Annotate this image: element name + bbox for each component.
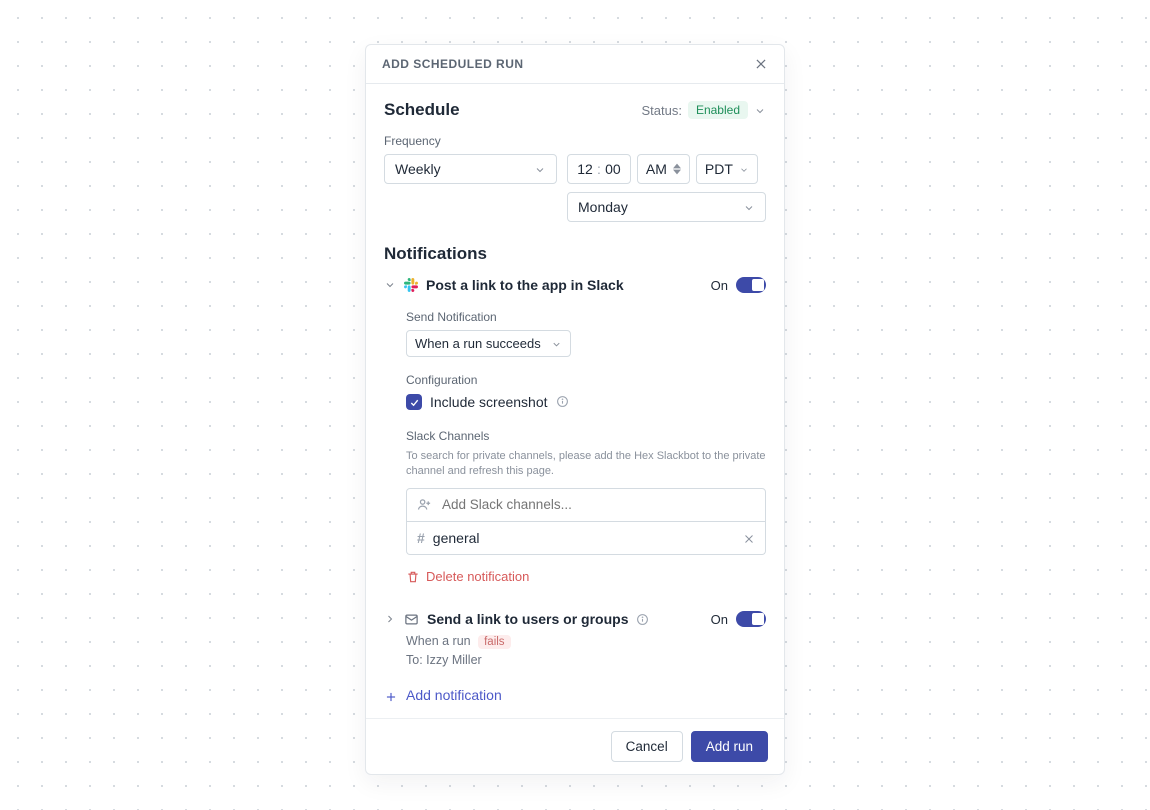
frequency-time-row: Weekly 12 : 00 AM: [384, 154, 766, 222]
include-screenshot-label: Include screenshot: [430, 394, 548, 410]
slack-toggle[interactable]: [736, 277, 766, 293]
info-icon[interactable]: [636, 610, 649, 628]
email-notification: Send a link to users or groups On When a…: [384, 598, 766, 673]
timezone-value: PDT: [705, 161, 733, 177]
plus-icon: [384, 687, 398, 703]
slack-notif-header: Post a link to the app in Slack On: [384, 276, 766, 294]
delete-notification-label: Delete notification: [426, 569, 529, 584]
send-notification-label: Send Notification: [406, 310, 766, 324]
remove-channel-icon[interactable]: [743, 530, 755, 546]
up-down-icon: [673, 163, 681, 175]
ampm-value: AM: [646, 161, 667, 177]
scheduled-run-dialog: ADD SCHEDULED RUN Schedule Status: Enabl…: [365, 44, 785, 775]
slack-channels-hint: To search for private channels, please a…: [406, 449, 766, 480]
time-col: 12 : 00 AM PDT: [567, 154, 766, 222]
ampm-select[interactable]: AM: [637, 154, 690, 184]
slack-notification: Post a link to the app in Slack On Send …: [384, 264, 766, 590]
time-hour: 12: [576, 161, 594, 177]
configuration-label: Configuration: [406, 373, 766, 387]
slack-icon: [404, 276, 418, 294]
chevron-down-icon: [551, 336, 562, 351]
toggle-on-label: On: [711, 278, 728, 293]
chevron-down-icon: [534, 161, 546, 177]
slack-channels-label: Slack Channels: [406, 429, 766, 443]
status-label: Status:: [641, 103, 681, 118]
email-notif-header: Send a link to users or groups On: [384, 610, 766, 628]
email-toggle[interactable]: [736, 611, 766, 627]
slack-notif-body: Send Notification When a run succeeds Co…: [384, 294, 766, 584]
send-condition-value: When a run succeeds: [415, 336, 541, 351]
cancel-button[interactable]: Cancel: [611, 731, 683, 762]
frequency-select[interactable]: Weekly: [384, 154, 557, 184]
status-chip: Enabled: [688, 101, 748, 119]
slack-channel-chip: # general: [406, 522, 766, 555]
channel-name: general: [433, 530, 480, 546]
collapse-toggle[interactable]: [384, 279, 396, 291]
email-notif-meta: When a run fails To: Izzy Miller: [384, 634, 766, 667]
add-notification-button[interactable]: Add notification: [384, 687, 766, 703]
slack-notif-title: Post a link to the app in Slack: [426, 277, 624, 293]
status-wrap: Status: Enabled: [641, 101, 766, 119]
expand-toggle[interactable]: [384, 613, 396, 625]
toggle-on-label: On: [711, 612, 728, 627]
slack-channels-input[interactable]: [440, 496, 755, 513]
timezone-select[interactable]: PDT: [696, 154, 758, 184]
chevron-down-icon: [739, 161, 749, 177]
dialog-header: ADD SCHEDULED RUN: [366, 45, 784, 84]
close-icon[interactable]: [754, 55, 768, 73]
notifications-heading: Notifications: [384, 244, 766, 264]
trash-icon: [406, 569, 420, 585]
day-value: Monday: [578, 199, 628, 215]
add-run-button[interactable]: Add run: [691, 731, 768, 762]
time-colon: :: [597, 161, 601, 177]
mail-icon: [404, 610, 419, 628]
add-notification-label: Add notification: [406, 687, 502, 703]
include-screenshot-checkbox[interactable]: [406, 394, 422, 410]
email-to-line: To: Izzy Miller: [406, 653, 766, 667]
time-minute: 00: [604, 161, 622, 177]
dialog-body: Schedule Status: Enabled Frequency Weekl…: [366, 84, 784, 718]
info-icon[interactable]: [556, 393, 569, 411]
email-when-prefix: When a run: [406, 634, 471, 648]
include-screenshot-row: Include screenshot: [406, 393, 766, 411]
fails-chip: fails: [478, 635, 510, 649]
person-add-icon: [417, 496, 432, 514]
slack-channels-input-wrap: [406, 488, 766, 522]
status-chevron-icon[interactable]: [754, 103, 766, 118]
hash-icon: #: [417, 530, 425, 546]
email-notif-title: Send a link to users or groups: [427, 611, 628, 627]
frequency-label: Frequency: [384, 134, 766, 148]
chevron-down-icon: [743, 199, 755, 215]
day-select[interactable]: Monday: [567, 192, 766, 222]
dialog-footer: Cancel Add run: [366, 718, 784, 774]
schedule-heading: Schedule: [384, 100, 460, 120]
delete-notification-button[interactable]: Delete notification: [406, 569, 766, 585]
time-group: 12 : 00 AM PDT: [567, 154, 766, 184]
schedule-header-row: Schedule Status: Enabled: [384, 100, 766, 120]
frequency-value: Weekly: [395, 161, 441, 177]
canvas-background: ADD SCHEDULED RUN Schedule Status: Enabl…: [0, 0, 1150, 810]
dialog-title: ADD SCHEDULED RUN: [382, 57, 524, 71]
time-input[interactable]: 12 : 00: [567, 154, 631, 184]
send-condition-select[interactable]: When a run succeeds: [406, 330, 571, 357]
